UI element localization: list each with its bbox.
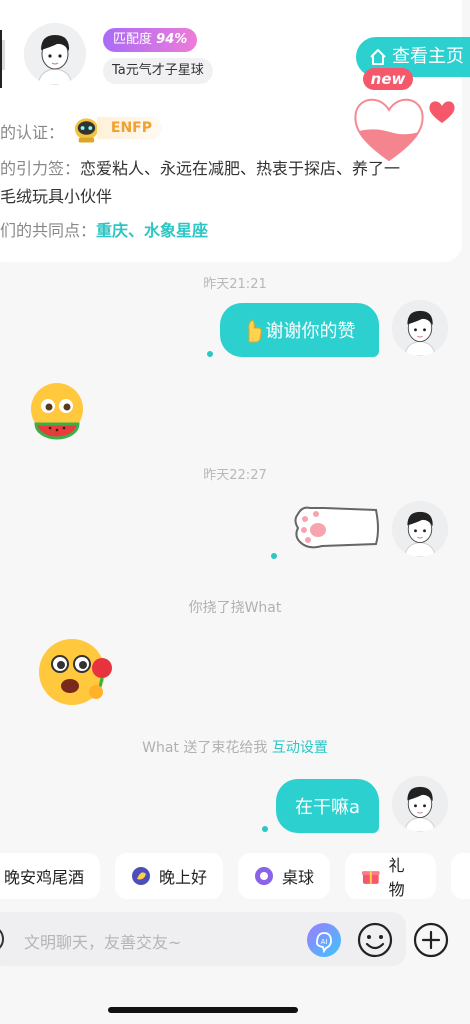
- quick-reply-billiards[interactable]: 桌球: [238, 853, 330, 899]
- quick-reply-more[interactable]: [451, 853, 470, 899]
- tags-text-line2: 毛绒玩具小伙伴: [0, 187, 113, 206]
- user-avatar[interactable]: [24, 23, 86, 85]
- read-status-dot: [207, 351, 213, 357]
- message-bubble-sent[interactable]: 谢谢你的赞: [220, 303, 379, 357]
- voice-toggle-icon[interactable]: [0, 924, 8, 954]
- ai-assistant-icon[interactable]: AI: [306, 922, 342, 958]
- watermelon-emoji-icon[interactable]: [26, 380, 88, 442]
- message-input-placeholder: 文明聊天，友善交友~: [24, 933, 182, 952]
- quick-reply-good-evening[interactable]: 晚上好: [115, 853, 223, 899]
- match-label: 匹配度: [113, 32, 153, 47]
- tags-label: 的引力签：: [0, 159, 81, 178]
- boy-avatar-icon: [392, 300, 448, 356]
- read-status-dot: [271, 553, 277, 559]
- match-badge: 匹配度 94%: [103, 28, 198, 52]
- new-badge: new: [363, 68, 413, 90]
- boy-avatar-icon: [392, 776, 448, 832]
- boy-avatar-icon: [24, 23, 86, 85]
- planet-tag[interactable]: Ta元气才子星球: [103, 58, 213, 84]
- quick-reply-cocktail[interactable]: 晚安鸡尾酒: [0, 853, 100, 899]
- mbti-badge[interactable]: ENFP: [70, 112, 162, 144]
- message-text: 谢谢你的赞: [265, 321, 356, 342]
- cat-paw-icon[interactable]: [290, 500, 382, 554]
- message-bubble-sent[interactable]: 在干嘛a: [276, 779, 379, 833]
- gift-icon: [361, 871, 380, 884]
- certification-label: 的认证：: [0, 123, 65, 142]
- tags-text-line1: 恋爱粘人、永远在减肥、热衷于探店、养了一: [80, 159, 401, 178]
- quick-reply-gift[interactable]: 礼物: [345, 853, 436, 899]
- my-avatar[interactable]: [392, 300, 448, 356]
- heart-meter-icon[interactable]: [350, 92, 428, 164]
- like-heart-icon[interactable]: [428, 100, 456, 124]
- match-value: 94%: [156, 32, 188, 47]
- common-row: 们的共同点：重庆、水象星座: [0, 217, 208, 241]
- ai-label: AI: [321, 938, 328, 946]
- boy-avatar-icon: [392, 501, 448, 557]
- my-avatar[interactable]: [392, 501, 448, 557]
- thumbs-up-icon: [247, 319, 262, 343]
- my-avatar[interactable]: [392, 776, 448, 832]
- common-value: 重庆、水象星座: [96, 221, 209, 240]
- mbti-value: ENFP: [96, 117, 162, 139]
- timestamp: 昨天21:21: [203, 277, 267, 292]
- quick-reply-label: 礼物: [388, 856, 405, 899]
- moon-icon: [132, 867, 150, 885]
- quick-reply-label: 晚上好: [159, 868, 208, 887]
- quick-reply-label: 晚安鸡尾酒: [4, 868, 85, 887]
- certification-row: 的认证：: [0, 119, 64, 143]
- common-label: 们的共同点：: [0, 221, 97, 240]
- gift-notice: What 送了束花给我 互动设置: [0, 737, 470, 757]
- tags-row-continued: 毛绒玩具小伙伴: [0, 183, 112, 207]
- add-more-icon[interactable]: [412, 921, 450, 959]
- rose-emoji-icon[interactable]: [36, 634, 116, 708]
- home-icon: [370, 49, 386, 65]
- quick-reply-label: 桌球: [282, 868, 315, 887]
- emoji-picker-icon[interactable]: [356, 921, 394, 959]
- tags-row: 的引力签：恋爱粘人、永远在减肥、热衷于探店、养了一: [0, 155, 400, 179]
- billiard-ball-icon: [255, 867, 273, 885]
- interaction-settings-link[interactable]: 互动设置: [272, 740, 328, 756]
- partner-avatar-edge: [0, 30, 5, 88]
- gift-notice-text: What 送了束花给我: [142, 740, 268, 756]
- read-status-dot: [262, 826, 268, 832]
- home-indicator[interactable]: [108, 1007, 298, 1013]
- timestamp: 昨天22:27: [203, 468, 267, 483]
- nudge-notice: 你挠了挠What: [188, 600, 282, 616]
